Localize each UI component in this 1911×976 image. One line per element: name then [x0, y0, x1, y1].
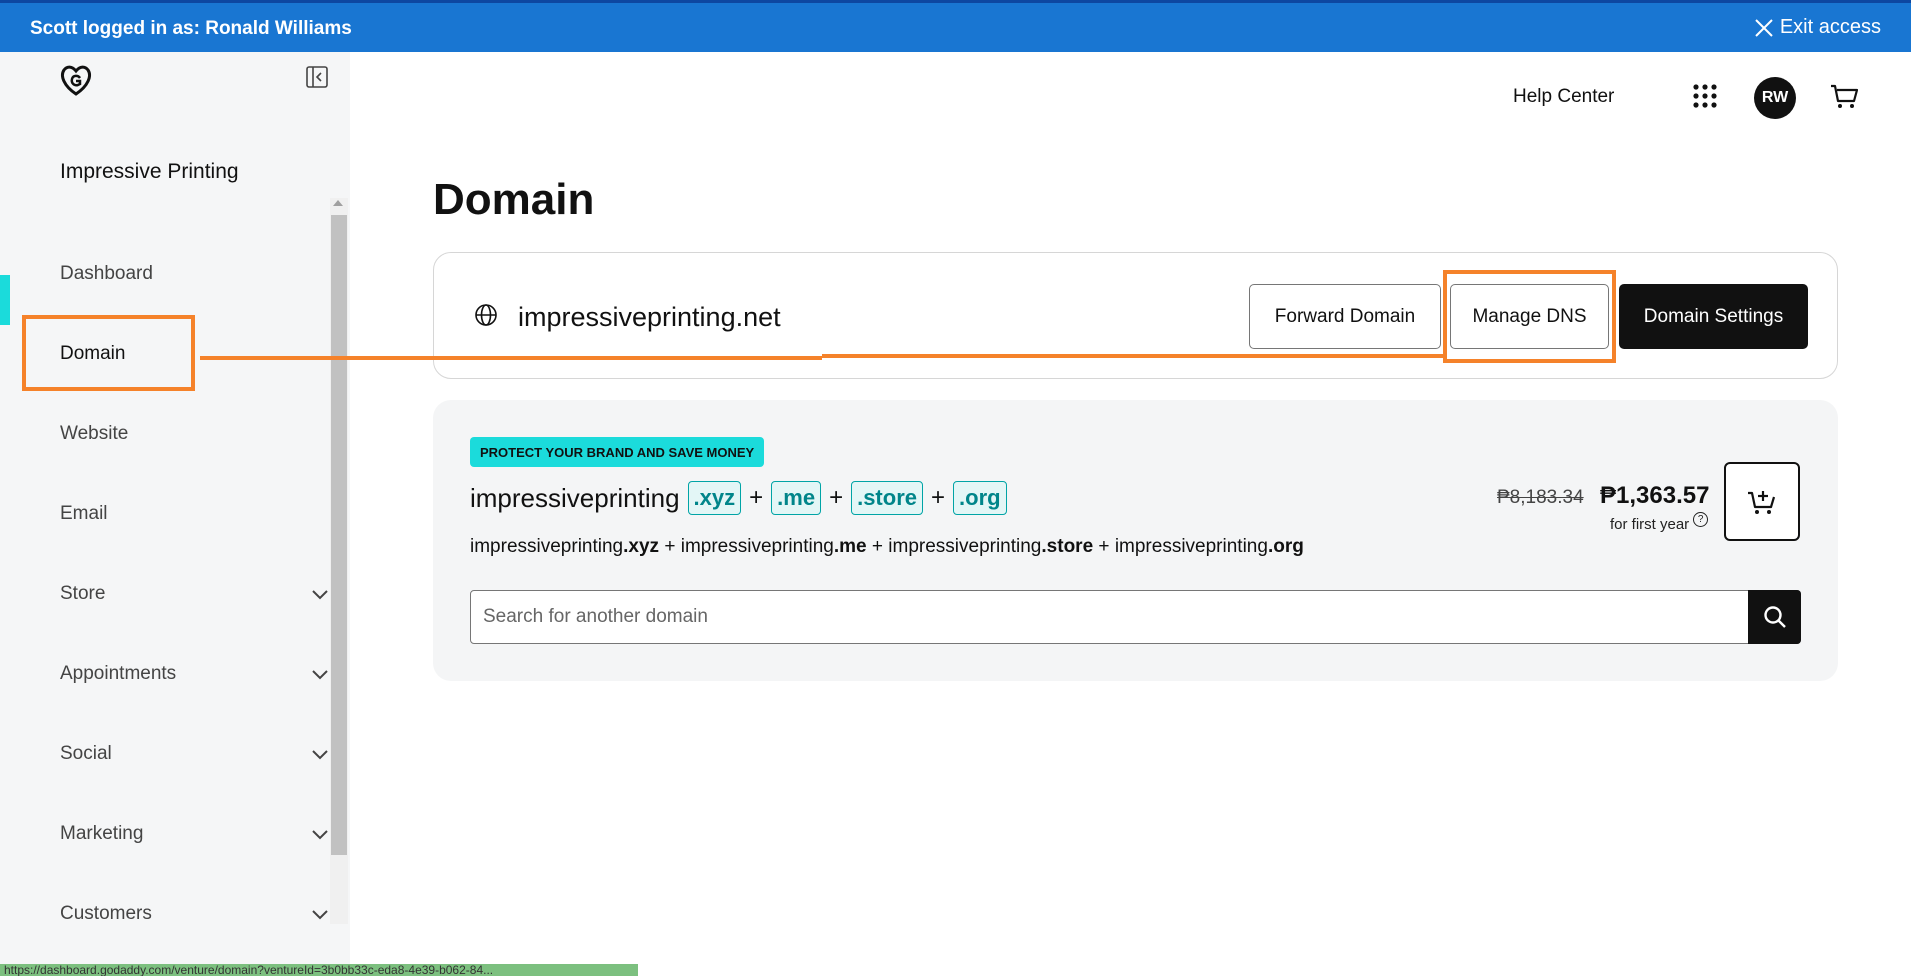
plus-sign: +: [749, 484, 764, 511]
collapse-sidebar-icon[interactable]: [305, 65, 329, 89]
sidebar-item-marketing[interactable]: Marketing: [60, 814, 330, 854]
banner-text: Scott logged in as: Ronald Williams: [30, 18, 352, 39]
bundle-domains-line: impressiveprinting .xyz + .me + .store +…: [470, 481, 1007, 515]
godaddy-logo-icon[interactable]: [58, 62, 94, 98]
bundle-domain-base: impressiveprinting: [470, 536, 624, 557]
apps-grid-icon[interactable]: [1693, 84, 1717, 108]
sidebar-item-dashboard[interactable]: Dashboard: [60, 254, 330, 294]
plus-sign: +: [664, 536, 676, 557]
exit-access-button[interactable]: Exit access: [1754, 16, 1881, 39]
search-button[interactable]: [1748, 590, 1801, 644]
sidebar-item-customers[interactable]: Customers: [60, 894, 330, 934]
sidebar-scrollbar-thumb[interactable]: [331, 215, 347, 855]
bundle-domain-base: impressiveprinting: [680, 536, 834, 557]
sidebar-item-label: Marketing: [60, 823, 144, 844]
new-price: ₱1,363.57: [1600, 482, 1710, 509]
domain-search-input[interactable]: [483, 591, 1753, 643]
tld-chip: .me: [771, 481, 822, 515]
chevron-down-icon: [312, 670, 328, 680]
sidebar-item-social[interactable]: Social: [60, 734, 330, 774]
scroll-up-arrow-icon[interactable]: [333, 200, 343, 206]
forward-domain-button[interactable]: Forward Domain: [1249, 284, 1441, 349]
annotation-connector-line: [200, 356, 822, 360]
sidebar-item-label: Social: [60, 743, 112, 764]
bundle-domain-tld: .store: [1041, 536, 1094, 557]
sidebar-item-label: Appointments: [60, 663, 177, 684]
bundle-domain-tld: .org: [1267, 536, 1304, 557]
page-title: Domain: [433, 175, 595, 224]
chevron-down-icon: [312, 750, 328, 760]
business-name: Impressive Printing: [60, 160, 239, 183]
chevron-down-icon: [312, 590, 328, 600]
cart-add-icon: [1748, 490, 1776, 514]
annotation-highlight-domain-nav: [22, 315, 195, 391]
domain-search-box: [470, 590, 1801, 644]
price-note-text: for first year: [1610, 516, 1690, 533]
sidebar-item-appointments[interactable]: Appointments: [60, 654, 330, 694]
domain-settings-button[interactable]: Domain Settings: [1619, 284, 1808, 349]
search-icon: [1763, 606, 1786, 628]
promo-badge: PROTECT YOUR BRAND AND SAVE MONEY: [470, 437, 765, 467]
sidebar-item-label: Customers: [60, 903, 152, 924]
sidebar-item-email[interactable]: Email: [60, 494, 330, 534]
old-price: ₱8,183.34: [1497, 487, 1584, 508]
domain-name: impressiveprinting.net: [518, 302, 781, 332]
bundle-domain-base: impressiveprinting: [1114, 536, 1268, 557]
chevron-down-icon: [312, 910, 328, 920]
active-nav-marker: [0, 275, 10, 325]
plus-sign: +: [1098, 536, 1110, 557]
chevron-down-icon: [312, 830, 328, 840]
status-bar-url: https://dashboard.godaddy.com/venture/do…: [0, 964, 638, 976]
bundle-domain-tld: .xyz: [623, 536, 660, 557]
add-to-cart-button[interactable]: [1724, 462, 1800, 541]
close-icon: [1755, 18, 1773, 37]
tld-chip: .xyz: [687, 481, 742, 515]
tld-chip: .org: [953, 481, 1007, 515]
sidebar-item-label: Email: [60, 503, 108, 524]
plus-sign: +: [871, 536, 883, 557]
price-note: for first year ?: [1610, 512, 1709, 533]
globe-icon: [475, 304, 497, 326]
bundle-domain-base: impressiveprinting: [888, 536, 1042, 557]
bundle-full-names: impressiveprinting.xyz + impressiveprint…: [470, 536, 1304, 558]
exit-access-label: Exit access: [1779, 16, 1881, 38]
tld-chip: .store: [851, 481, 923, 515]
cart-icon[interactable]: [1830, 84, 1858, 110]
help-question-icon[interactable]: ?: [1693, 512, 1709, 527]
impersonation-banner: Scott logged in as: Ronald Williams Exit…: [0, 0, 1911, 52]
sidebar-item-label: Store: [60, 583, 106, 604]
annotation-connector-line: [822, 354, 1443, 358]
sidebar-item-label: Dashboard: [60, 263, 153, 284]
avatar[interactable]: RW: [1754, 77, 1796, 119]
sidebar-item-label: Website: [60, 423, 129, 444]
plus-sign: +: [829, 484, 844, 511]
sidebar-item-website[interactable]: Website: [60, 414, 330, 454]
bundle-base-name: impressiveprinting: [470, 482, 680, 513]
bundle-domain-tld: .me: [833, 536, 867, 557]
sidebar-item-store[interactable]: Store: [60, 574, 330, 614]
annotation-highlight-manage-dns: [1443, 270, 1616, 363]
help-center-link[interactable]: Help Center: [1513, 86, 1614, 108]
plus-sign: +: [931, 484, 946, 511]
